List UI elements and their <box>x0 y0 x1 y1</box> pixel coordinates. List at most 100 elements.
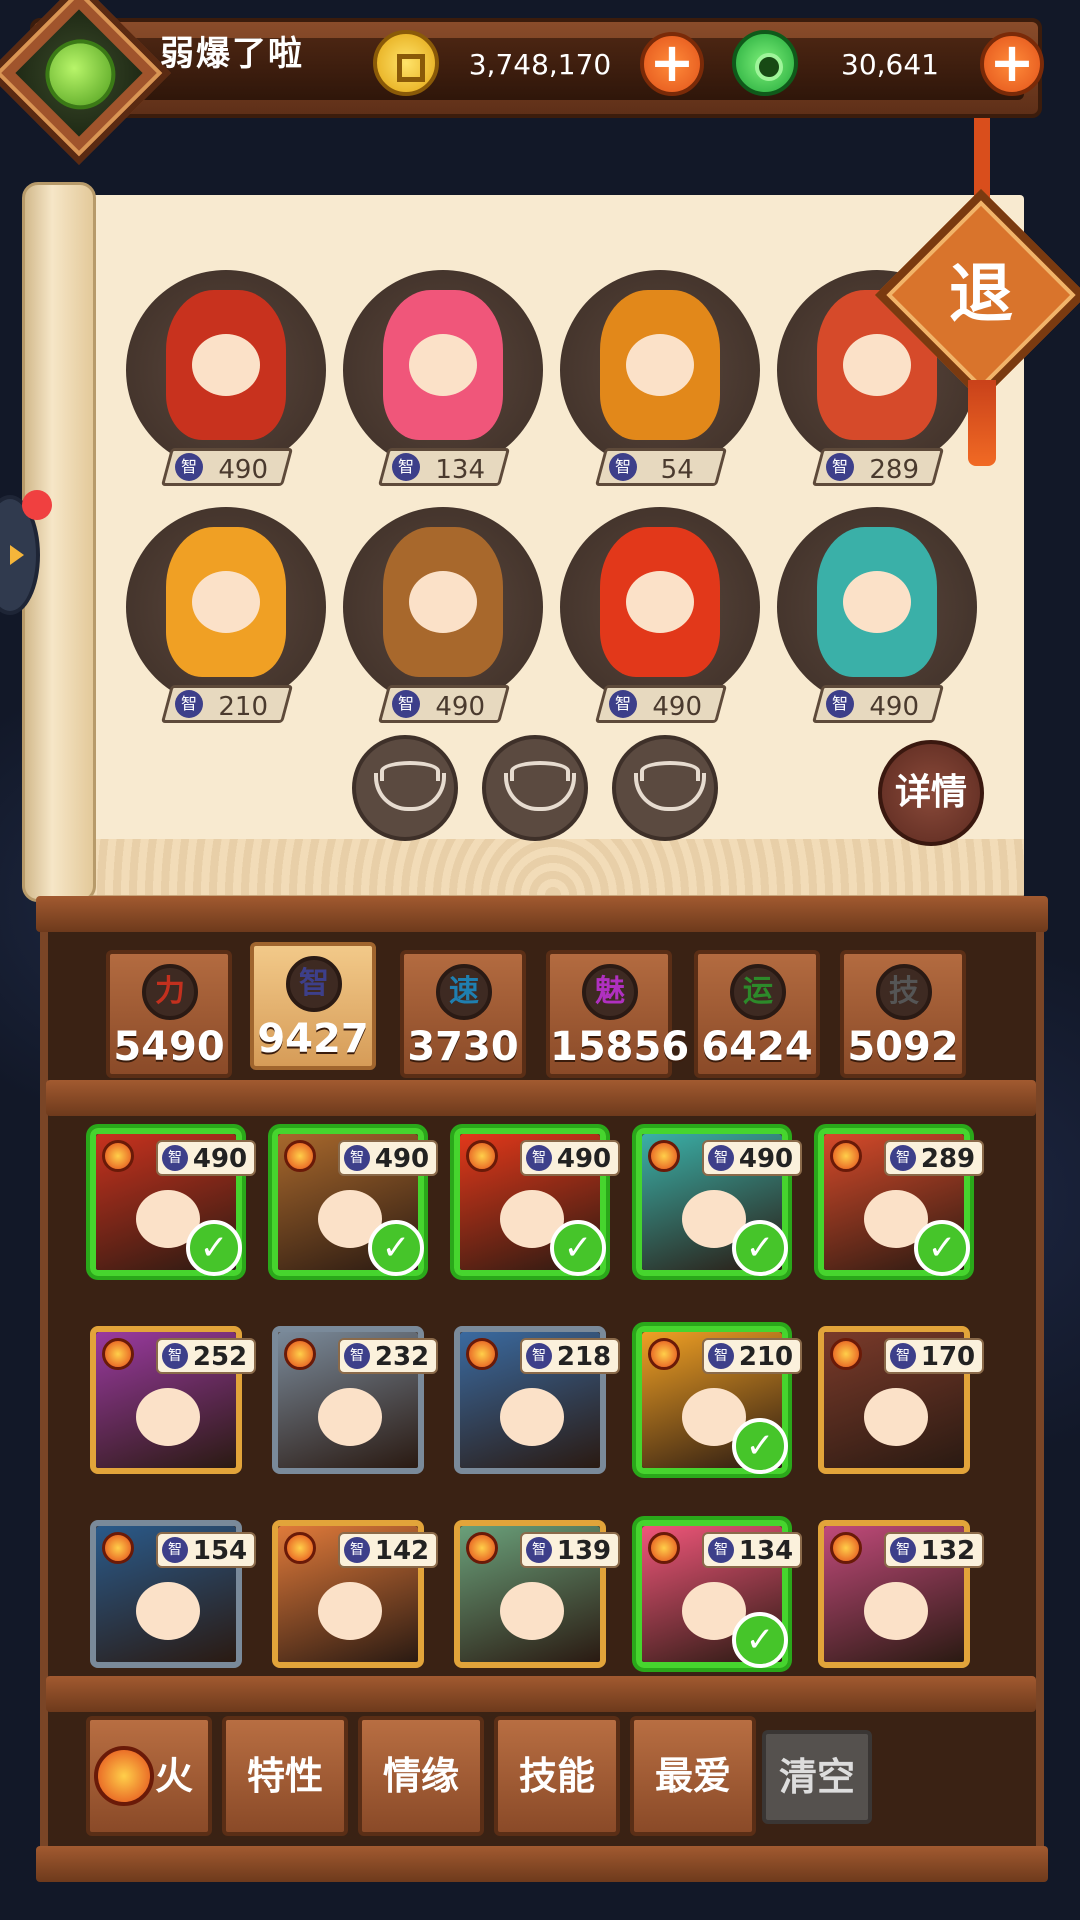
fire-element-icon <box>648 1532 680 1564</box>
filter-label: 技能 <box>518 1754 595 1798</box>
stat-tab[interactable]: 速 3730 <box>400 950 526 1078</box>
roster-hero-card[interactable]: 智 490 ✓ <box>90 1128 256 1276</box>
filter-button[interactable]: 特性 <box>222 1716 348 1836</box>
hero-stat-badge: 智 289 <box>884 1140 984 1176</box>
intellect-icon: 智 <box>526 1145 552 1171</box>
roster-hero-card[interactable]: 智 490 ✓ <box>636 1128 802 1276</box>
roster-hero-card[interactable]: 智 490 ✓ <box>454 1128 620 1276</box>
jade-dragon-icon <box>49 43 112 106</box>
hero-stat-badge: 智 232 <box>338 1338 438 1374</box>
intellect-icon: 智 <box>890 1145 916 1171</box>
coin-amount: 3,748,170 <box>468 48 612 81</box>
team-hero-portrait[interactable] <box>777 507 977 707</box>
fire-element-icon <box>284 1140 316 1172</box>
fire-element-icon <box>284 1338 316 1370</box>
stat-icon: 智 <box>286 956 342 1012</box>
team-hero-portrait[interactable] <box>343 270 543 470</box>
empty-slot-bowl-icon[interactable] <box>482 735 588 841</box>
roster-hero-card[interactable]: 智 142 <box>272 1520 438 1668</box>
stat-value: 15856 <box>550 1024 690 1070</box>
filter-label: 火 <box>154 1754 193 1798</box>
filter-label: 情缘 <box>382 1754 459 1798</box>
intellect-icon: 智 <box>175 690 203 718</box>
filter-label: 特性 <box>246 1754 323 1798</box>
filter-button[interactable]: 技能 <box>494 1716 620 1836</box>
stat-tab[interactable]: 力 5490 <box>106 950 232 1078</box>
hero-stat-badge: 智 490 <box>156 1140 256 1176</box>
stat-tab[interactable]: 智 9427 <box>250 942 376 1070</box>
hero-face <box>409 571 477 633</box>
hero-face <box>192 571 260 633</box>
intellect-icon: 智 <box>890 1343 916 1369</box>
scroll-wave-border <box>82 839 1024 895</box>
hero-stat-badge: 智 210 <box>702 1338 802 1374</box>
stat-value: 6424 <box>701 1024 813 1070</box>
hero-face <box>864 1388 928 1446</box>
hero-stat-value: 490 <box>192 1144 248 1174</box>
selected-check-icon: ✓ <box>368 1220 424 1276</box>
roster-hero-card[interactable]: 智 218 <box>454 1326 620 1474</box>
hero-stat-badge: 智 142 <box>338 1532 438 1568</box>
filter-button[interactable]: 最爱 <box>630 1716 756 1836</box>
jade-amount: 30,641 <box>841 48 939 81</box>
selected-check-icon: ✓ <box>186 1220 242 1276</box>
roster-hero-card[interactable]: 智 289 ✓ <box>818 1128 984 1276</box>
add-coins-button[interactable]: + <box>640 32 704 96</box>
hero-stat-value: 154 <box>192 1536 248 1566</box>
intellect-icon: 智 <box>392 690 420 718</box>
hero-stat-tag: 智 490 <box>377 685 511 723</box>
stat-icon: 运 <box>730 964 786 1020</box>
intellect-icon: 智 <box>609 690 637 718</box>
stat-tab[interactable]: 运 6424 <box>694 950 820 1078</box>
fire-element-icon <box>284 1532 316 1564</box>
hero-stat-value: 289 <box>869 455 920 485</box>
add-jade-button[interactable]: + <box>980 32 1044 96</box>
roster-hero-card[interactable]: 智 252 <box>90 1326 256 1474</box>
roster-hero-card[interactable]: 智 232 <box>272 1326 438 1474</box>
intellect-icon: 智 <box>708 1145 734 1171</box>
intellect-icon: 智 <box>526 1537 552 1563</box>
selected-check-icon: ✓ <box>732 1612 788 1668</box>
hero-stat-badge: 智 139 <box>520 1532 620 1568</box>
roster-hero-card[interactable]: 智 139 <box>454 1520 620 1668</box>
team-hero-portrait[interactable] <box>560 270 760 470</box>
empty-slot-bowl-icon[interactable] <box>352 735 458 841</box>
roster-hero-card[interactable]: 智 490 ✓ <box>272 1128 438 1276</box>
stat-tab[interactable]: 魅 15856 <box>546 950 690 1078</box>
clear-button[interactable]: 清空 <box>762 1730 872 1824</box>
team-hero-portrait[interactable] <box>126 270 326 470</box>
stat-tab[interactable]: 技 5092 <box>840 950 966 1078</box>
hero-stat-tag: 智 210 <box>160 685 294 723</box>
hero-stat-value: 252 <box>192 1342 248 1372</box>
stat-icon: 速 <box>436 964 492 1020</box>
hero-stat-value: 490 <box>869 692 920 722</box>
hero-stat-tag: 智 54 <box>594 448 728 486</box>
roster-hero-card[interactable]: 智 132 <box>818 1520 984 1668</box>
hero-stat-badge: 智 218 <box>520 1338 620 1374</box>
detail-button[interactable]: 详情 <box>878 740 984 846</box>
empty-slot-bowl-icon[interactable] <box>612 735 718 841</box>
roster-hero-card[interactable]: 智 210 ✓ <box>636 1326 802 1474</box>
hero-stat-tag: 智 490 <box>160 448 294 486</box>
filter-button[interactable]: 情缘 <box>358 1716 484 1836</box>
notification-dot <box>22 490 52 520</box>
hero-face <box>500 1388 564 1446</box>
hero-stat-value: 490 <box>556 1144 612 1174</box>
roster-hero-card[interactable]: 智 170 <box>818 1326 984 1474</box>
hero-stat-tag: 智 134 <box>377 448 511 486</box>
stat-icon: 力 <box>142 964 198 1020</box>
team-hero-portrait[interactable] <box>343 507 543 707</box>
roster-hero-card[interactable]: 智 134 ✓ <box>636 1520 802 1668</box>
hero-face <box>843 571 911 633</box>
team-hero-portrait[interactable] <box>560 507 760 707</box>
hero-stat-value: 134 <box>738 1536 794 1566</box>
intellect-icon: 智 <box>708 1343 734 1369</box>
hero-face <box>192 334 260 396</box>
roster-hero-card[interactable]: 智 154 <box>90 1520 256 1668</box>
selected-check-icon: ✓ <box>550 1220 606 1276</box>
hero-stat-value: 218 <box>556 1342 612 1372</box>
stat-icon: 技 <box>876 964 932 1020</box>
team-hero-portrait[interactable] <box>126 507 326 707</box>
filter-button[interactable]: 火 <box>86 1716 212 1836</box>
hero-stat-value: 490 <box>218 455 269 485</box>
